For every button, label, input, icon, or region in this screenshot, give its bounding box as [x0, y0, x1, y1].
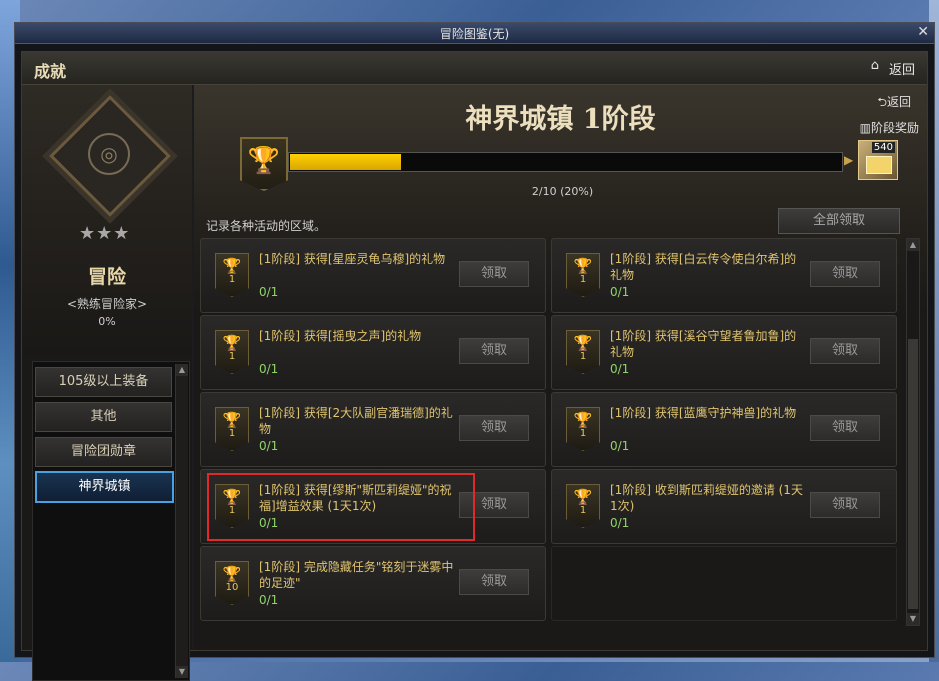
achievement-header: 成就 ⌂ 返回 — [22, 52, 927, 85]
reward-box-icon — [866, 156, 892, 174]
achievement-text: [1阶段] 获得[蓝鹰守护神兽]的礼物 — [610, 406, 797, 420]
claim-button[interactable]: 领取 — [459, 261, 529, 287]
trophy-icon: 🏆 1 — [215, 253, 249, 297]
close-icon[interactable]: ✕ — [917, 24, 929, 40]
claim-button[interactable]: 领取 — [810, 492, 880, 518]
achievement-card: 🏆 1 [1阶段] 获得[蓝鹰守护神兽]的礼物 0/1 领取 — [551, 392, 897, 467]
left-panel: ◎ ★★★ 冒险 <熟练冒险家> 0% 105级以上装备 其他 冒险团勋章 神界… — [22, 85, 192, 681]
star-rating: ★★★ — [79, 223, 131, 244]
category-item-medal[interactable]: 冒险团勋章 — [35, 437, 172, 467]
stage-progress-bar — [288, 152, 843, 172]
stage-description: 记录各种活动的区域。 — [206, 219, 327, 233]
achievement-card: 🏆 1 [1阶段] 获得[白云传令使白尔希]的礼物 0/1 领取 — [551, 238, 897, 313]
stage-reward-button[interactable]: ▥阶段奖励 — [860, 119, 919, 136]
trophy-icon: 🏆 1 — [215, 330, 249, 374]
category-item-equipment[interactable]: 105级以上装备 — [35, 367, 172, 397]
highlight-box — [207, 473, 475, 541]
scroll-up-icon[interactable]: ▲ — [907, 239, 919, 251]
achievement-card: 🏆 1 [1阶段] 收到斯匹莉缇娅的邀请 (1天1次) 0/1 领取 — [551, 469, 897, 544]
achievement-progress: 0/1 — [610, 516, 630, 530]
claim-button[interactable]: 领取 — [810, 261, 880, 287]
window-titlebar[interactable]: 冒险图鉴(无) ✕ — [15, 23, 934, 44]
achievement-card: 🏆 1 [1阶段] 获得[缪斯"斯匹莉缇娅"的祝福]增益效果 (1天1次) 0/1… — [200, 469, 546, 544]
claim-button[interactable]: 领取 — [459, 569, 529, 595]
category-list: 105级以上装备 其他 冒险团勋章 神界城镇 ▲ ▼ — [32, 361, 190, 681]
achievement-card: 🏆 1 [1阶段] 获得[2大队副官潘瑞德]的礼物 0/1 领取 — [200, 392, 546, 467]
adventure-name: 冒险 — [87, 266, 126, 288]
header-back-button[interactable]: 返回 — [889, 59, 915, 78]
achievement-frame: 成就 ⌂ 返回 ◎ ★★★ 冒险 <熟练冒险家> 0% 105级以上装备 其他 … — [21, 51, 928, 681]
stage-title: 神界城镇 1阶段 — [465, 104, 656, 135]
reward-count: 540 — [871, 142, 895, 153]
scroll-thumb[interactable] — [908, 339, 918, 609]
adventure-codex-window: 冒险图鉴(无) ✕ 成就 ⌂ 返回 ◎ ★★★ 冒险 <熟练冒险家> 0% 10… — [14, 22, 935, 681]
stage-reward-label: 阶段奖励 — [870, 121, 919, 135]
stage-progress-fill — [290, 154, 401, 170]
empty-card-slot — [551, 546, 897, 621]
claim-button[interactable]: 领取 — [459, 338, 529, 364]
achievement-progress: 0/1 — [610, 362, 630, 376]
trophy-icon: 🏆 10 — [215, 561, 249, 605]
achievement-grid: 🏆 1 [1阶段] 获得[星座灵龟乌穆]的礼物 0/1 领取 🏆 1 [1阶段] 获… — [200, 238, 905, 624]
home-icon[interactable]: ⌂ — [871, 58, 879, 73]
trophy-icon: 🏆 1 — [566, 407, 600, 451]
claim-button[interactable]: 领取 — [810, 338, 880, 364]
adventure-percent: 0% — [98, 315, 116, 328]
window-title: 冒险图鉴(无) — [439, 27, 510, 41]
achievement-text: [1阶段] 获得[摇曳之声]的礼物 — [259, 329, 422, 343]
trophy-icon: 🏆 1 — [566, 484, 600, 528]
claim-button[interactable]: 领取 — [810, 415, 880, 441]
scroll-down-icon[interactable]: ▼ — [176, 666, 188, 678]
achievement-text: [1阶段] 收到斯匹莉缇娅的邀请 (1天1次) — [610, 483, 803, 513]
category-item-other[interactable]: 其他 — [35, 402, 172, 432]
achievement-progress: 0/1 — [610, 439, 630, 453]
trophy-icon: 🏆 1 — [566, 330, 600, 374]
achievement-text: [1阶段] 获得[星座灵龟乌穆]的礼物 — [259, 252, 446, 266]
page-title: 成就 — [34, 62, 67, 81]
adventure-rank: <熟练冒险家> — [66, 297, 148, 311]
emblem-area: ◎ ★★★ 冒险 <熟练冒险家> 0% — [22, 85, 192, 355]
claim-all-button[interactable]: 全部领取 — [778, 208, 900, 234]
achievement-card: 🏆 1 [1阶段] 获得[摇曳之声]的礼物 0/1 领取 — [200, 315, 546, 390]
achievement-progress: 0/1 — [259, 593, 279, 607]
achievement-card: 🏆 1 [1阶段] 获得[溪谷守望者鲁加鲁]的礼物 0/1 领取 — [551, 315, 897, 390]
arrow-right-icon: ▶ — [844, 153, 854, 167]
achievement-card: 🏆 10 [1阶段] 完成隐藏任务"铭刻于迷雾中的足迹" 0/1 领取 — [200, 546, 546, 621]
stage-return-button[interactable]: ⮌返回 — [877, 93, 911, 114]
achievement-progress: 0/1 — [259, 439, 279, 453]
stage-panel: 神界城镇 1阶段 ⮌返回 ▥阶段奖励 🏆 ▶ 540 2/10 (20%) 记录… — [194, 85, 927, 650]
achievement-scrollbar[interactable]: ▲ ▼ — [906, 238, 920, 626]
stage-reward-item[interactable]: 540 — [858, 140, 898, 180]
achievement-progress: 0/1 — [610, 285, 630, 299]
achievement-card: 🏆 1 [1阶段] 获得[星座灵龟乌穆]的礼物 0/1 领取 — [200, 238, 546, 313]
compass-icon: ◎ — [88, 133, 130, 175]
trophy-icon: 🏆 1 — [566, 253, 600, 297]
scroll-down-icon[interactable]: ▼ — [907, 613, 919, 625]
stage-trophy-icon: 🏆 — [240, 137, 288, 191]
achievement-text: [1阶段] 完成隐藏任务"铭刻于迷雾中的足迹" — [259, 560, 454, 590]
claim-button[interactable]: 领取 — [459, 415, 529, 441]
stage-progress-text: 2/10 (20%) — [531, 185, 594, 198]
achievement-progress: 0/1 — [259, 285, 279, 299]
scroll-up-icon[interactable]: ▲ — [176, 364, 188, 376]
trophy-icon: 🏆 1 — [215, 407, 249, 451]
category-item-divine-town[interactable]: 神界城镇 — [35, 471, 174, 503]
achievement-text: [1阶段] 获得[白云传令使白尔希]的礼物 — [610, 252, 797, 282]
gift-icon: ▥ — [859, 121, 871, 135]
achievement-text: [1阶段] 获得[溪谷守望者鲁加鲁]的礼物 — [610, 329, 797, 359]
achievement-progress: 0/1 — [259, 362, 279, 376]
category-scrollbar[interactable]: ▲ ▼ — [175, 364, 188, 678]
achievement-text: [1阶段] 获得[2大队副官潘瑞德]的礼物 — [259, 406, 453, 436]
